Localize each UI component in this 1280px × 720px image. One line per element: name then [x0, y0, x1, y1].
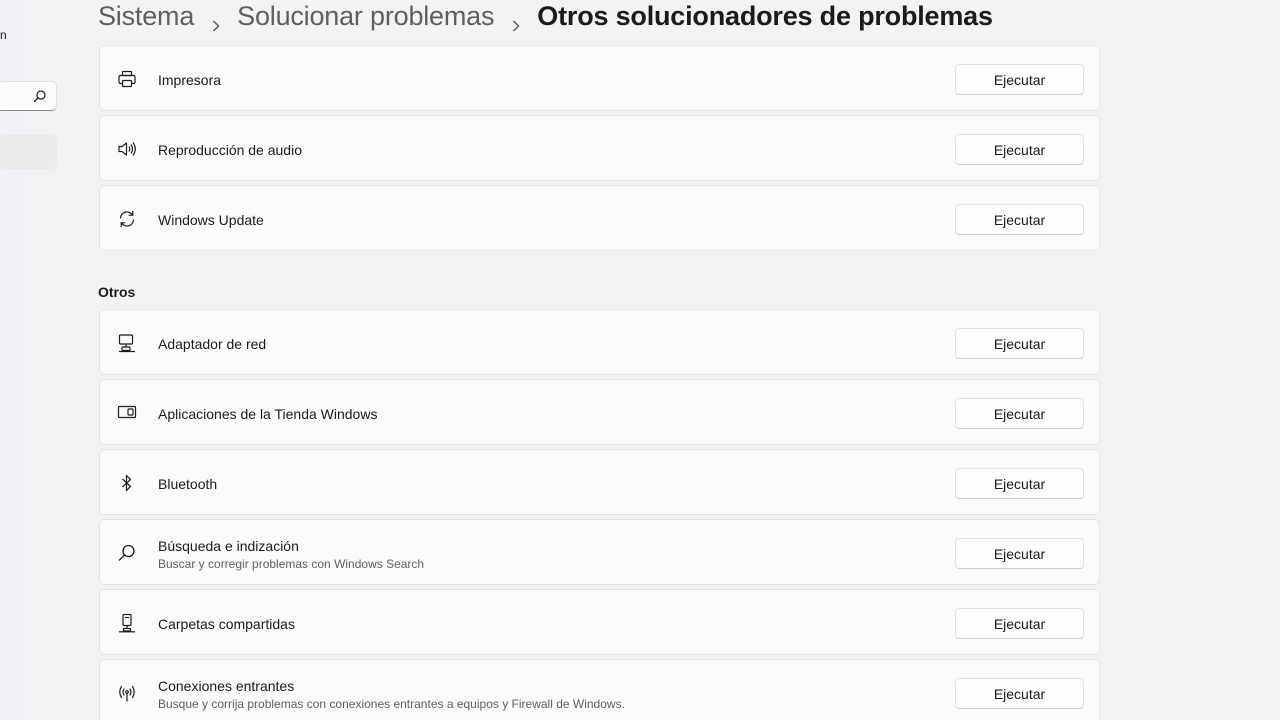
- troubleshooter-card-windows-update: Windows Update Ejecutar: [99, 185, 1100, 251]
- card-title: Carpetas compartidas: [158, 616, 295, 632]
- run-button-busqueda[interactable]: Ejecutar: [955, 538, 1084, 569]
- breadcrumb-item-sistema[interactable]: Sistema: [98, 1, 194, 32]
- left-navigation: n: [0, 0, 70, 720]
- card-title: Windows Update: [158, 212, 264, 228]
- settings-window: n Sistema Solucionar problemas Otros sol…: [0, 0, 1280, 720]
- section-header-otros: Otros: [98, 284, 136, 300]
- card-title: Conexiones entrantes: [158, 678, 295, 694]
- breadcrumb-item-solucionar[interactable]: Solucionar problemas: [237, 1, 494, 32]
- troubleshooter-card-busqueda: Búsqueda e indización Buscar y corregir …: [99, 519, 1100, 585]
- settings-search-input[interactable]: [0, 81, 57, 111]
- card-title: Aplicaciones de la Tienda Windows: [158, 406, 378, 422]
- troubleshooter-card-carpetas-compartidas: Carpetas compartidas Ejecutar: [99, 589, 1100, 655]
- run-button-bluetooth[interactable]: Ejecutar: [955, 468, 1084, 499]
- run-button-windows-update[interactable]: Ejecutar: [955, 204, 1084, 235]
- chevron-right-icon: [511, 9, 521, 32]
- run-button-impresora[interactable]: Ejecutar: [955, 64, 1084, 95]
- card-subtitle: Buscar y corregir problemas con Windows …: [158, 557, 425, 571]
- shared-folders-icon: [117, 613, 137, 633]
- store-apps-icon: [117, 403, 137, 423]
- troubleshooter-card-adaptador-red: Adaptador de red Ejecutar: [99, 309, 1100, 375]
- card-title: Reproducción de audio: [158, 142, 302, 158]
- sync-icon: [117, 209, 137, 229]
- nav-fragment-text: n: [0, 28, 7, 42]
- speaker-icon: [117, 139, 137, 159]
- run-button-audio[interactable]: Ejecutar: [955, 134, 1084, 165]
- troubleshooter-card-audio: Reproducción de audio Ejecutar: [99, 115, 1100, 181]
- troubleshooter-card-conexiones-entrantes: Conexiones entrantes Busque y corrija pr…: [99, 659, 1100, 720]
- run-button-tienda-windows[interactable]: Ejecutar: [955, 398, 1084, 429]
- card-subtitle: Busque y corrija problemas con conexione…: [158, 697, 625, 711]
- troubleshooter-card-impresora: Impresora Ejecutar: [99, 45, 1100, 111]
- run-button-adaptador-red[interactable]: Ejecutar: [955, 328, 1084, 359]
- breadcrumb: Sistema Solucionar problemas Otros soluc…: [98, 0, 993, 35]
- card-title: Bluetooth: [158, 476, 218, 492]
- bluetooth-icon: [117, 473, 137, 493]
- run-button-conexiones-entrantes[interactable]: Ejecutar: [955, 678, 1084, 709]
- antenna-icon: [117, 683, 137, 703]
- chevron-right-icon: [211, 9, 221, 32]
- nav-item-selected[interactable]: [0, 135, 57, 169]
- card-title: Búsqueda e indización: [158, 538, 299, 554]
- search-icon[interactable]: [33, 89, 47, 103]
- run-button-carpetas-compartidas[interactable]: Ejecutar: [955, 608, 1084, 639]
- troubleshooter-card-bluetooth: Bluetooth Ejecutar: [99, 449, 1100, 515]
- network-adapter-icon: [117, 333, 137, 353]
- search-icon: [117, 543, 137, 563]
- troubleshooter-card-tienda-windows: Aplicaciones de la Tienda Windows Ejecut…: [99, 379, 1100, 445]
- page-title: Otros solucionadores de problemas: [537, 0, 993, 31]
- card-title: Adaptador de red: [158, 336, 267, 352]
- card-title: Impresora: [158, 72, 222, 88]
- printer-icon: [117, 69, 137, 89]
